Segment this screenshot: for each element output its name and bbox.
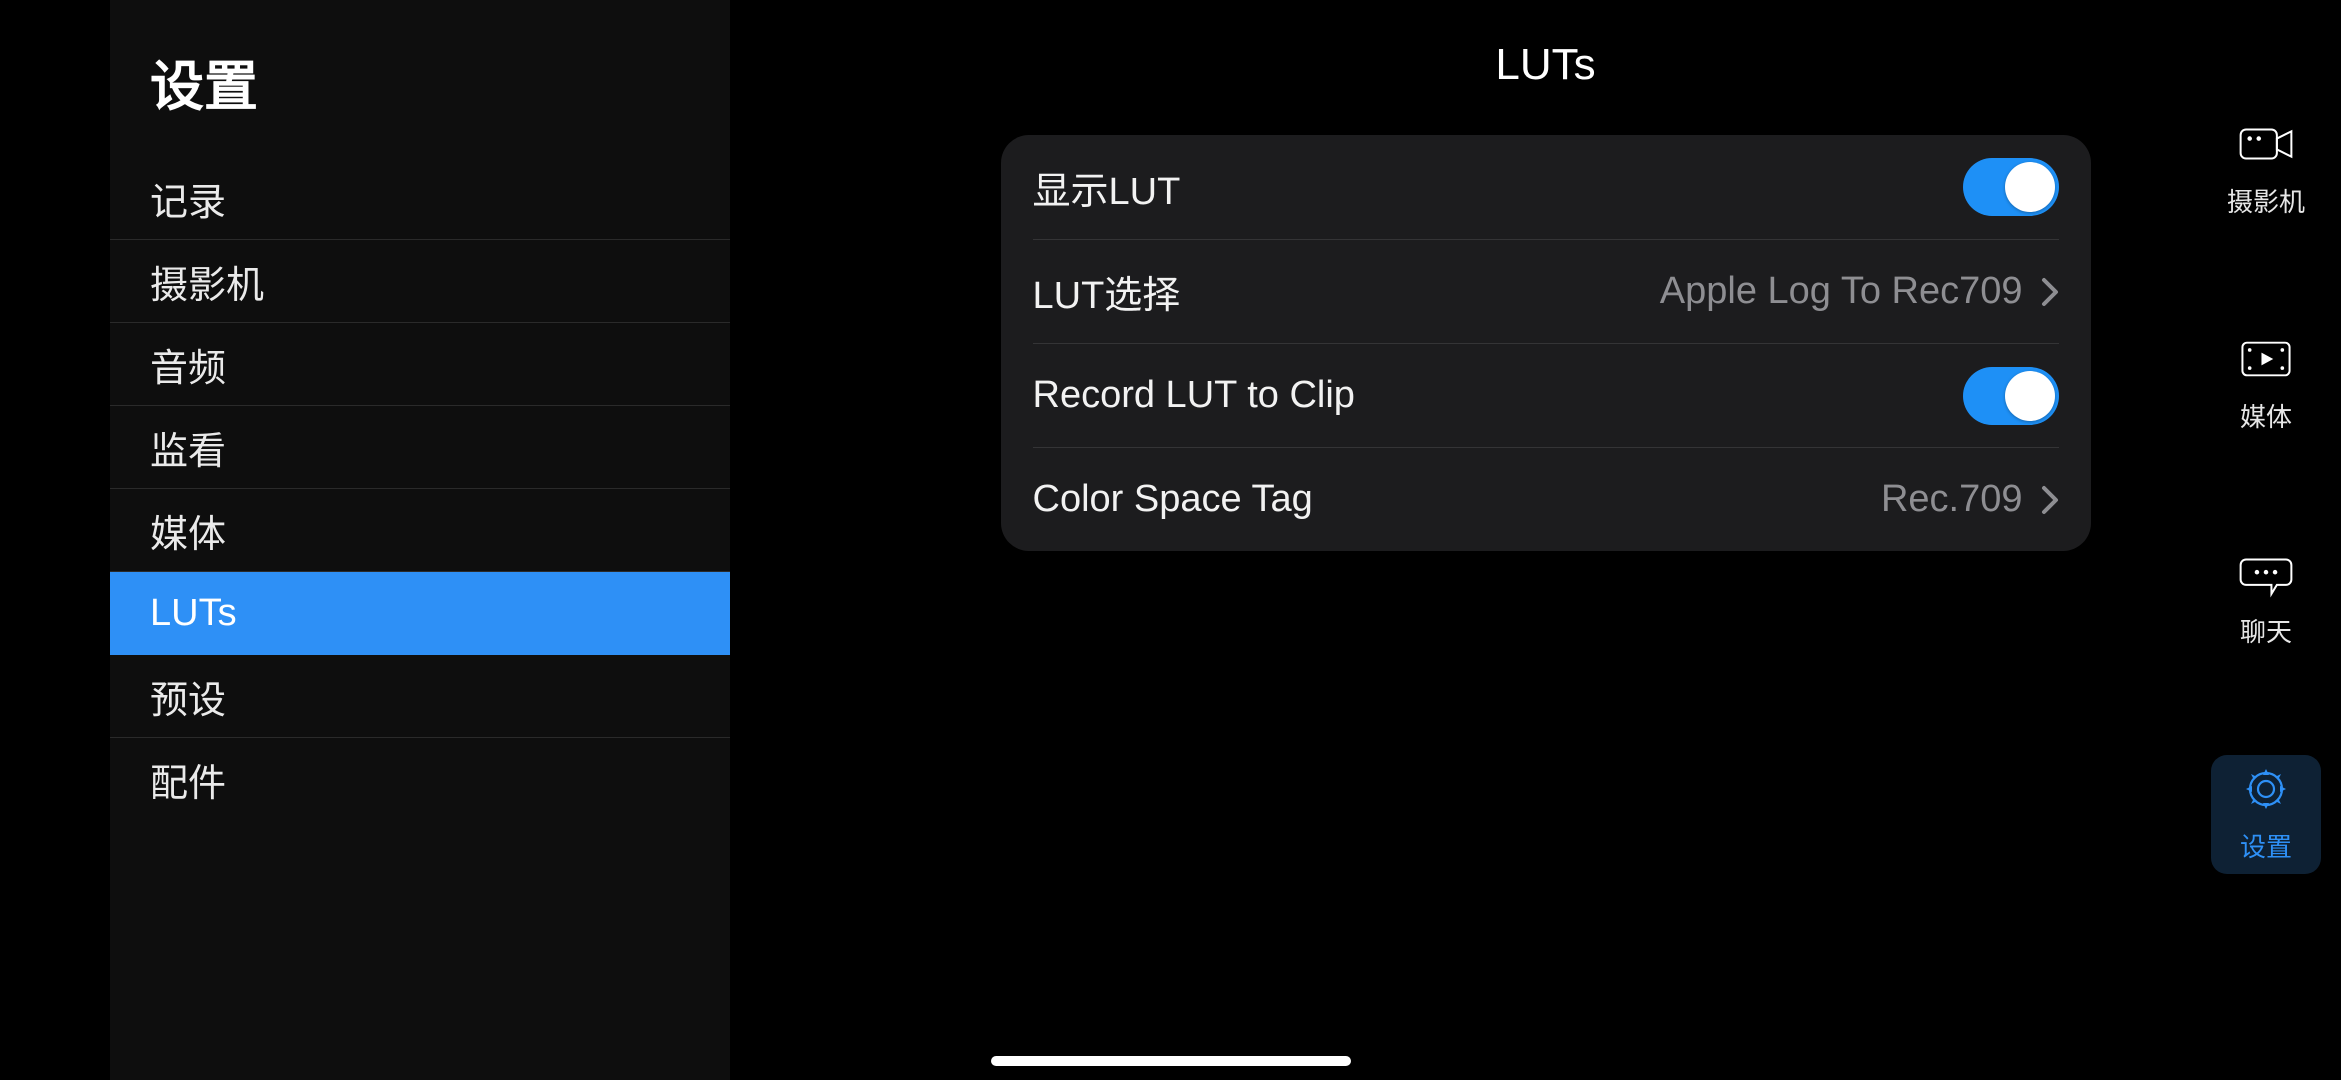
sidebar-title: 设置	[110, 42, 730, 157]
sidebar-item-record[interactable]: 记录	[110, 157, 730, 240]
record-lut-toggle[interactable]	[1963, 367, 2059, 425]
sidebar-item-label: 预设	[150, 669, 226, 724]
settings-card: 显示LUT LUT选择 Apple Log To Rec709	[1001, 135, 2091, 551]
rail-item-chat[interactable]: 聊天	[2211, 540, 2321, 659]
sidebar-item-label: 音频	[150, 337, 226, 392]
row-value: Apple Log To Rec709	[1660, 270, 2023, 313]
row-display-lut: 显示LUT	[1033, 135, 2059, 239]
rail-item-label: 摄影机	[2227, 182, 2305, 219]
sidebar-item-camera[interactable]: 摄影机	[110, 240, 730, 323]
sidebar-item-label: 记录	[150, 171, 226, 226]
row-color-space-tag[interactable]: Color Space Tag Rec.709	[1033, 447, 2059, 551]
sidebar-item-label: LUTs	[150, 592, 237, 635]
rail-item-camera[interactable]: 摄影机	[2211, 110, 2321, 229]
rail-item-media[interactable]: 媒体	[2211, 325, 2321, 444]
rail-item-settings[interactable]: 设置	[2211, 755, 2321, 874]
sidebar-item-monitor[interactable]: 监看	[110, 406, 730, 489]
rail-item-label: 设置	[2240, 827, 2292, 864]
sidebar-item-media[interactable]: 媒体	[110, 489, 730, 572]
gear-icon	[2237, 765, 2295, 813]
sidebar-item-accessories[interactable]: 配件	[110, 738, 730, 821]
display-lut-toggle[interactable]	[1963, 158, 2059, 216]
row-value: Rec.709	[1881, 478, 2023, 521]
chevron-right-icon	[2041, 485, 2059, 515]
sidebar-item-label: 媒体	[150, 503, 226, 558]
row-label: LUT选择	[1033, 264, 1181, 319]
media-icon	[2237, 335, 2295, 383]
page-title: LUTs	[780, 40, 2311, 90]
rail-item-label: 聊天	[2240, 612, 2292, 649]
main-panel: LUTs 显示LUT LUT选择 Apple Log To Rec709	[730, 0, 2341, 1080]
camera-icon	[2237, 120, 2295, 168]
row-lut-select[interactable]: LUT选择 Apple Log To Rec709	[1033, 239, 2059, 343]
sidebar-item-label: 摄影机	[150, 254, 264, 309]
row-label: Color Space Tag	[1033, 478, 1313, 521]
chat-icon	[2237, 550, 2295, 598]
row-label: 显示LUT	[1033, 160, 1181, 215]
rail-item-label: 媒体	[2240, 397, 2292, 434]
sidebar-item-presets[interactable]: 预设	[110, 655, 730, 738]
right-nav-rail: 摄影机 媒体	[2191, 0, 2341, 1080]
row-label: Record LUT to Clip	[1033, 374, 1355, 417]
sidebar-item-luts[interactable]: LUTs	[110, 572, 730, 655]
toggle-knob	[2005, 371, 2055, 421]
chevron-right-icon	[2041, 277, 2059, 307]
sidebar-item-audio[interactable]: 音频	[110, 323, 730, 406]
toggle-knob	[2005, 162, 2055, 212]
sidebar-item-label: 监看	[150, 420, 226, 475]
settings-sidebar: 设置 记录 摄影机 音频 监看 媒体 LUTs 预设 配件	[110, 0, 730, 1080]
sidebar-item-label: 配件	[150, 752, 226, 807]
home-indicator[interactable]	[991, 1056, 1351, 1066]
row-record-lut: Record LUT to Clip	[1033, 343, 2059, 447]
